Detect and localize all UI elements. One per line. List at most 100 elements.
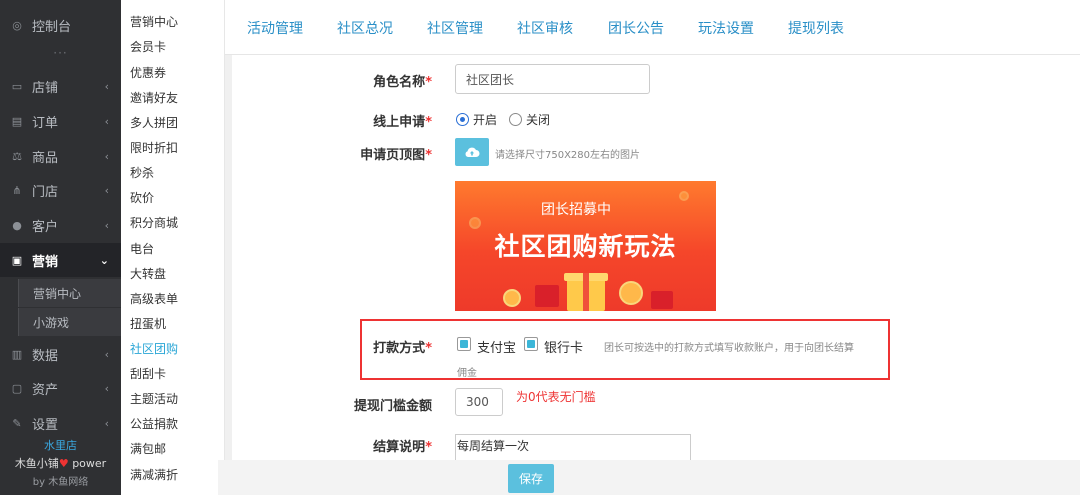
sidebar-item-marketing[interactable]: ▣ 营销 ⌄	[0, 243, 121, 277]
order-icon: ▤	[11, 114, 23, 128]
marketing-subnav: 营销中心 会员卡 优惠券 邀请好友 多人拼团 限时折扣 秒杀 砍价 积分商城 电…	[121, 0, 225, 495]
chevron-left-icon: ‹	[104, 347, 109, 361]
subnav-item[interactable]: 主题活动	[130, 390, 178, 407]
red-envelope-icon	[535, 285, 559, 307]
online-apply-off-radio[interactable]	[509, 113, 522, 126]
coin-icon	[679, 191, 689, 201]
footer-power: power	[72, 457, 107, 470]
sidebar-item-label: 客户	[32, 219, 59, 235]
top-tabs: 活动管理 社区总况 社区管理 社区审核 团长公告 玩法设置 提现列表	[225, 0, 1080, 55]
sidebar-sub-marketing-center[interactable]: 营销中心	[18, 279, 121, 307]
users-icon: ●	[12, 218, 22, 232]
chevron-down-icon: ⌄	[99, 253, 109, 267]
subnav-item[interactable]: 邀请好友	[130, 89, 178, 106]
sidebar-item-label: 营销	[32, 254, 59, 270]
subnav-item[interactable]: 大转盘	[130, 265, 166, 282]
role-name-input[interactable]: 社区团长	[455, 64, 650, 94]
chevron-left-icon: ‹	[104, 218, 109, 232]
footer-shop-name: 水里店	[44, 439, 77, 452]
subnav-item[interactable]: 满包邮	[130, 440, 166, 457]
chevron-left-icon: ‹	[104, 79, 109, 93]
sidebar-dots: ···	[53, 46, 68, 60]
subnav-item[interactable]: 砍价	[130, 189, 154, 206]
sidebar-item-label: 控制台	[32, 19, 72, 35]
subnav-item[interactable]: 积分商城	[130, 214, 178, 231]
chevron-left-icon: ‹	[104, 381, 109, 395]
subnav-item[interactable]: 会员卡	[130, 38, 166, 55]
role-name-label: 角色名称*	[373, 75, 432, 90]
withdraw-threshold-input[interactable]: 300	[455, 388, 503, 416]
chevron-left-icon: ‹	[104, 416, 109, 430]
subnav-item[interactable]: 高级表单	[130, 290, 178, 307]
sidebar-item-orders[interactable]: ▤ 订单 ‹	[0, 104, 121, 138]
sidebar-item-shop[interactable]: ▭ 店铺 ‹	[0, 69, 121, 103]
dashboard-icon: ◎	[12, 18, 22, 32]
apply-banner-image: 团长招募中 社区团购新玩法	[455, 181, 716, 311]
save-button[interactable]: 保存	[508, 464, 554, 493]
apply-image-label: 申请页顶图*	[360, 148, 432, 163]
settings-form: 角色名称* 社区团长 线上申请* 开启 关闭 申请页顶图* 请选择尺寸750X2…	[232, 55, 1080, 495]
sidebar-item-label: 商品	[32, 150, 59, 166]
footer-brand: 木鱼小铺♥ power	[0, 455, 121, 471]
heart-icon: ♥	[58, 457, 69, 470]
tab-leader-notice[interactable]: 团长公告	[608, 18, 664, 38]
online-apply-on-radio[interactable]	[456, 113, 469, 126]
tab-community-review[interactable]: 社区审核	[517, 18, 573, 38]
sidebar-item-products[interactable]: ⚖ 商品 ‹	[0, 139, 121, 173]
coin-icon	[619, 281, 643, 305]
save-bar: 保存	[218, 460, 1080, 495]
subnav-item[interactable]: 满减满折	[130, 466, 178, 483]
scale-icon: ⚖	[12, 149, 22, 163]
online-apply-on-label: 开启	[473, 113, 498, 127]
subnav-item[interactable]: 限时折扣	[130, 139, 178, 156]
footer-by: by 木鱼网络	[32, 477, 89, 488]
banner-big-text: 社区团购新玩法	[494, 232, 677, 261]
sidebar-sub-mini-games[interactable]: 小游戏	[18, 308, 121, 336]
subnav-item[interactable]: 秒杀	[130, 164, 154, 181]
subnav-item-community-group-buy[interactable]: 社区团购	[130, 340, 178, 357]
bank-card-checkbox[interactable]	[524, 337, 538, 351]
online-apply-label: 线上申请*	[373, 115, 432, 130]
tab-withdraw-list[interactable]: 提现列表	[788, 18, 844, 38]
tab-gameplay-settings[interactable]: 玩法设置	[698, 18, 754, 38]
sidebar-item-assets[interactable]: ▢ 资产 ‹	[0, 371, 121, 405]
subnav-item[interactable]: 扭蛋机	[130, 315, 166, 332]
bar-chart-icon: ▥	[11, 347, 23, 361]
online-apply-off-label: 关闭	[526, 113, 551, 127]
subnav-item[interactable]: 多人拼团	[130, 114, 178, 131]
settle-description-label: 结算说明*	[373, 440, 432, 455]
banner-small-text: 团长招募中	[541, 202, 611, 218]
sidebar-item-customers[interactable]: ● 客户 ‹	[0, 208, 121, 242]
subnav-item[interactable]: 刮刮卡	[130, 365, 166, 382]
chevron-left-icon: ‹	[104, 149, 109, 163]
payment-method-label: 打款方式*	[373, 341, 432, 356]
subnav-item[interactable]: 优惠券	[130, 64, 166, 81]
wallet-icon: ▢	[11, 381, 23, 395]
coin-icon	[503, 289, 521, 307]
subnav-item[interactable]: 营销中心	[130, 13, 178, 30]
upload-image-hint: 请选择尺寸750X280左右的图片	[495, 150, 641, 161]
red-envelope-icon	[651, 291, 673, 309]
tab-community-management[interactable]: 社区管理	[427, 18, 483, 38]
sidebar-item-dashboard[interactable]: ◎ 控制台	[0, 8, 121, 42]
subnav-item[interactable]: 电台	[130, 240, 154, 257]
sidebar-item-settings[interactable]: ✎ 设置 ‹	[0, 406, 121, 440]
payment-hint-line1: 团长可按选中的打款方式填写收款账户，用于向团长结算	[604, 343, 854, 354]
tab-activity-management[interactable]: 活动管理	[247, 18, 303, 38]
sidebar-item-label: 订单	[32, 115, 59, 131]
sidebar-item-stores[interactable]: ⋔ 门店 ‹	[0, 173, 121, 207]
sidebar-item-label: 数据	[32, 348, 59, 364]
sidebar-item-label: 资产	[32, 382, 59, 398]
sidebar-item-label: 设置	[32, 417, 59, 433]
footer-brand-name: 木鱼小铺	[14, 457, 59, 470]
tab-community-overview[interactable]: 社区总况	[337, 18, 393, 38]
subnav-item[interactable]: 公益捐款	[130, 415, 178, 432]
alipay-checkbox[interactable]	[457, 337, 471, 351]
gift-box-icon	[564, 273, 608, 311]
sidebar-item-label: 门店	[32, 184, 59, 200]
sidebar-item-label: 店铺	[32, 80, 59, 96]
upload-image-button[interactable]	[455, 138, 489, 166]
withdraw-threshold-note: 为0代表无门槛	[516, 390, 596, 404]
sidebar-item-data[interactable]: ▥ 数据 ‹	[0, 337, 121, 371]
bank-card-label: 银行卡	[544, 341, 584, 356]
